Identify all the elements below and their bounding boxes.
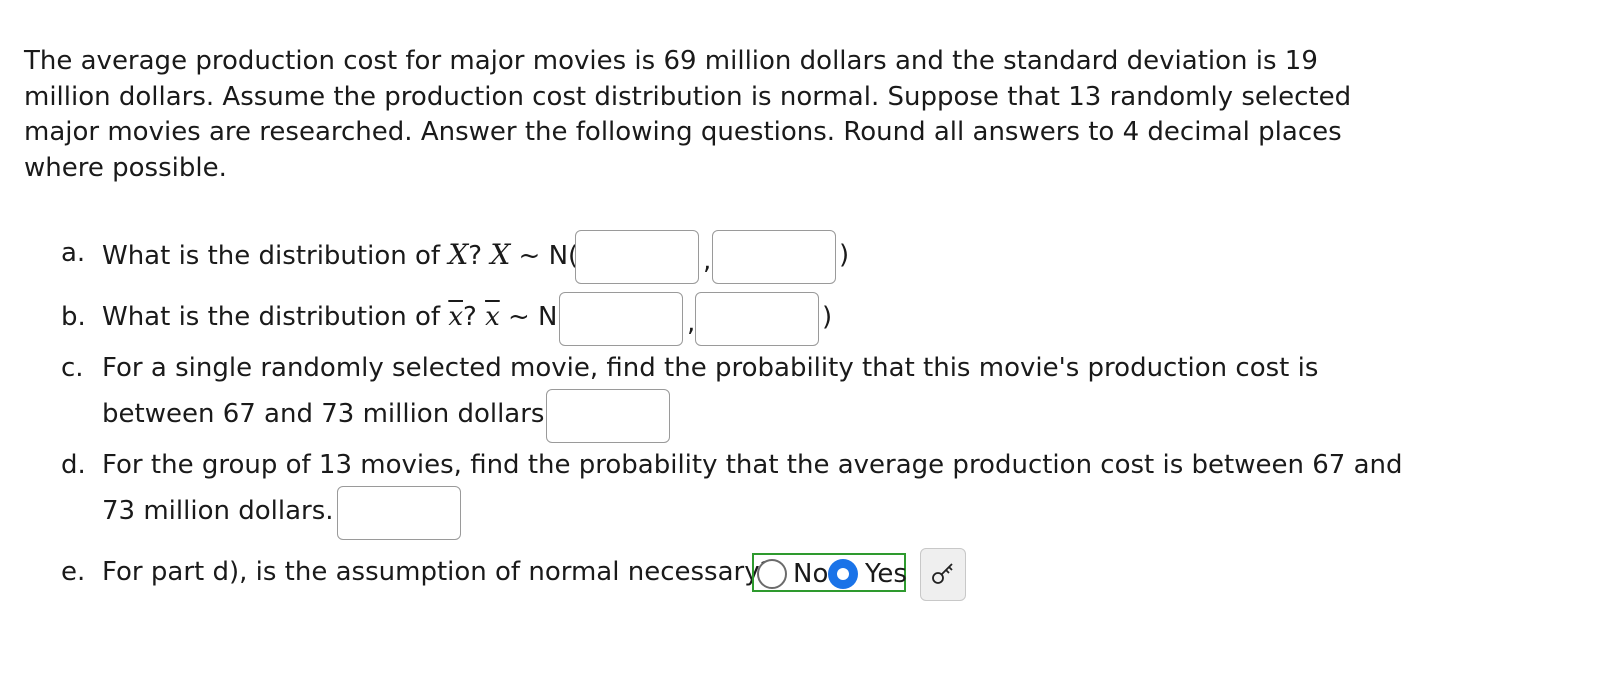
normal-assumption-radio-group: No Yes <box>752 553 907 592</box>
radio-yes[interactable] <box>828 559 858 589</box>
var-xbar: x <box>448 302 463 332</box>
radio-no-label[interactable]: No <box>793 559 828 589</box>
question-text: between 67 and 73 million dollars. <box>102 399 553 429</box>
question-text: For part d), is the assumption of normal… <box>102 557 774 587</box>
group-average-probability-input[interactable] <box>337 486 461 540</box>
distribution-xbar-sd-input[interactable] <box>695 292 819 346</box>
comma: , <box>703 246 712 276</box>
radio-yes-label[interactable]: Yes <box>865 559 907 589</box>
single-movie-probability-input[interactable] <box>546 389 670 443</box>
distribution-xbar-mean-input[interactable] <box>559 292 683 346</box>
var-x: X <box>448 238 469 271</box>
var-x: X <box>490 238 511 271</box>
distribution-x-sd-input[interactable] <box>712 230 836 284</box>
close-paren: ) <box>839 240 850 270</box>
question-text: What is the distribution of x? x ~ N( <box>102 302 568 332</box>
question-text: What is the distribution of X? X ~ N( <box>102 238 579 271</box>
question-letter: c. <box>61 353 84 383</box>
question-letter: a. <box>61 238 86 268</box>
close-paren: ) <box>822 302 833 332</box>
question-letter: d. <box>61 450 86 480</box>
question-letter: e. <box>61 557 86 587</box>
var-xbar: x <box>485 302 500 332</box>
question-text: 73 million dollars. <box>102 496 334 526</box>
distribution-x-mean-input[interactable] <box>575 230 699 284</box>
question-text: For a single randomly selected movie, fi… <box>102 353 1319 383</box>
question-letter: b. <box>61 302 86 332</box>
key-icon <box>932 563 953 584</box>
radio-no[interactable] <box>757 559 787 589</box>
question-text: For the group of 13 movies, find the pro… <box>102 450 1403 480</box>
answer-key-button[interactable] <box>920 548 966 601</box>
